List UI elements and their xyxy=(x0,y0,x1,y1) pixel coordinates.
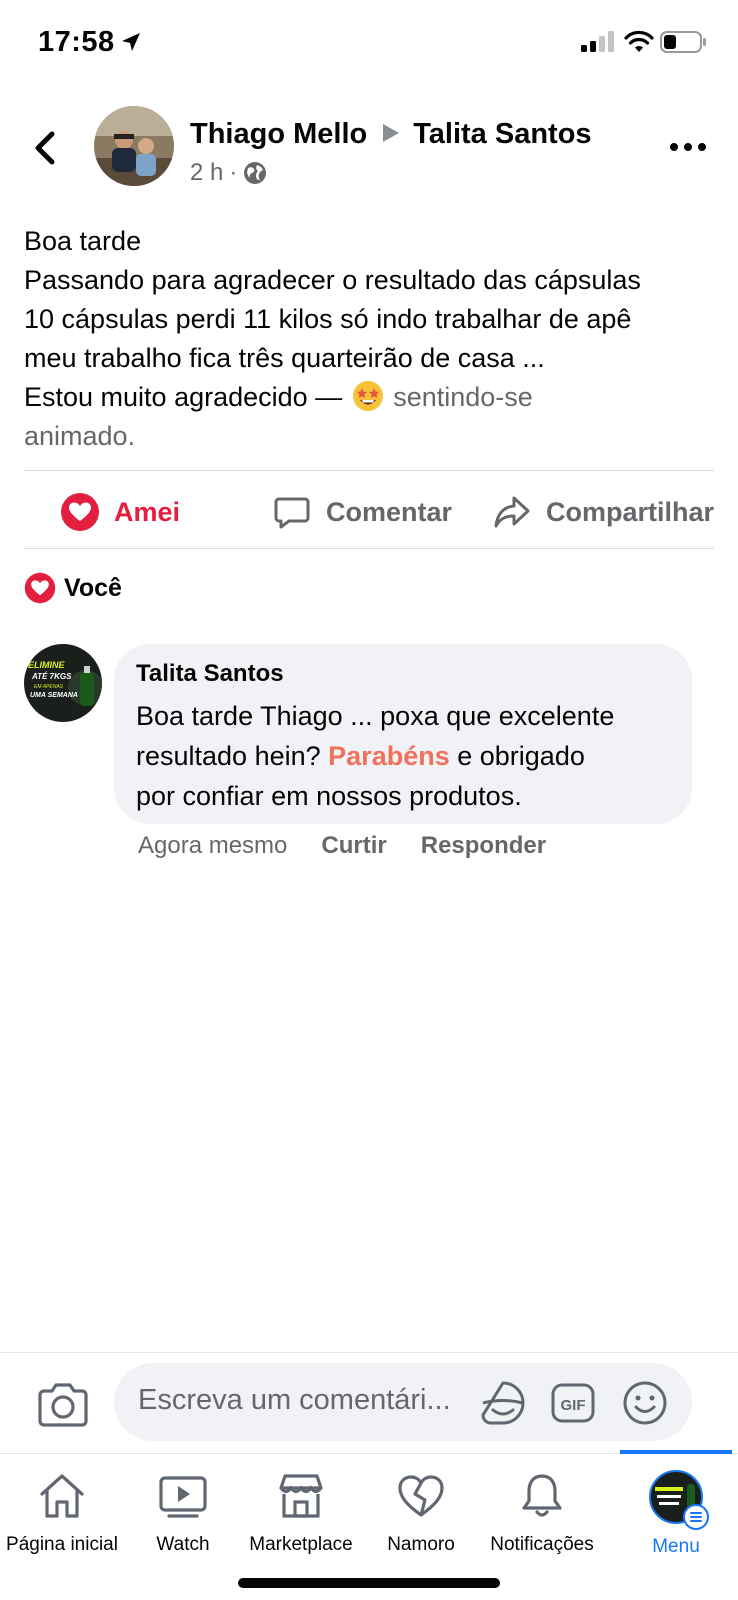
share-label: Compartilhar xyxy=(546,496,715,527)
share-arrow-icon xyxy=(494,496,530,528)
comment-time: Agora mesmo xyxy=(138,832,288,859)
active-tab-indicator xyxy=(620,1450,732,1454)
back-button[interactable] xyxy=(30,126,64,170)
author-photo xyxy=(94,106,174,186)
comment-label: Comentar xyxy=(326,496,453,527)
battery-icon xyxy=(660,31,706,53)
heart-reaction-icon xyxy=(61,493,99,531)
status-bar: 17:58 xyxy=(0,0,738,90)
tab-menu[interactable]: Menu xyxy=(614,1470,738,1558)
globe-icon xyxy=(244,162,267,184)
tab-label: Marketplace xyxy=(249,1534,353,1555)
post-text-line: meu trabalho fica três quarteirão de cas… xyxy=(24,343,545,373)
tab-label: Notificações xyxy=(490,1534,594,1555)
comment-button[interactable]: Comentar xyxy=(272,488,452,536)
comment-text-line: por confiar em nossos produtos. xyxy=(136,781,522,811)
heart-reaction-icon xyxy=(24,572,56,604)
post-text-line-end: Estou muito agradecido — xyxy=(24,382,343,412)
cellular-signal-icon xyxy=(581,31,614,52)
heart-outline-icon xyxy=(398,1475,444,1517)
more-options-button[interactable] xyxy=(668,136,708,158)
love-label: Amei xyxy=(114,496,181,527)
emoji-button[interactable] xyxy=(622,1380,668,1426)
post-author-line: Thiago Mello Talita Santos xyxy=(190,118,592,151)
post-time[interactable]: 2 h xyxy=(190,159,223,187)
caret-right-icon xyxy=(383,124,400,142)
author-avatar[interactable] xyxy=(94,106,174,186)
reaction-summary[interactable]: Você xyxy=(24,572,122,604)
author-name[interactable]: Thiago Mello xyxy=(190,118,367,150)
gif-button[interactable]: GIF xyxy=(550,1380,596,1426)
post-text: Boa tarde Passando para agradecer o resu… xyxy=(24,222,724,456)
comment-actions: Agora mesmo Curtir Responder xyxy=(138,832,546,860)
tab-marketplace[interactable]: Marketplace xyxy=(239,1470,363,1556)
comment-bubble[interactable]: Talita Santos Boa tarde Thiago ... poxa … xyxy=(114,644,692,824)
post-text-line: 10 cápsulas perdi 11 kilos só indo traba… xyxy=(24,304,632,334)
bell-icon xyxy=(522,1474,562,1517)
post-meta: 2 h · xyxy=(190,159,267,187)
avatar-text-1: ELIMINE xyxy=(28,660,65,670)
wifi-icon xyxy=(624,30,654,52)
video-play-icon xyxy=(159,1476,207,1518)
feeling-value: animado. xyxy=(24,421,136,451)
tab-notifications[interactable]: Notificações xyxy=(480,1470,604,1556)
comment-text-part: resultado hein? xyxy=(136,741,321,771)
comment-reply-button[interactable]: Responder xyxy=(421,832,546,860)
status-time: 17:58 xyxy=(38,26,115,58)
tab-dating[interactable]: Namoro xyxy=(359,1470,483,1556)
post-text-feeling-line: Estou muito agradecido — sentindo-se xyxy=(24,378,724,417)
meta-dot: · xyxy=(229,159,238,186)
home-icon xyxy=(40,1474,84,1518)
love-reaction-button[interactable]: Amei xyxy=(60,488,180,536)
tab-watch[interactable]: Watch xyxy=(121,1470,245,1556)
recipient-name[interactable]: Talita Santos xyxy=(413,118,591,150)
avatar-text-3: EM APENAS xyxy=(34,684,64,690)
storefront-icon xyxy=(279,1474,323,1518)
comment-input-placeholder[interactable]: Escreva um comentári... xyxy=(138,1384,451,1417)
commenter-photo: ELIMINE ATÉ 7KGS EM APENAS UMA SEMANA xyxy=(24,644,102,722)
tab-label: Namoro xyxy=(387,1534,455,1555)
feeling-label: sentindo-se xyxy=(393,382,533,412)
tab-home[interactable]: Página inicial xyxy=(0,1470,124,1556)
home-indicator[interactable] xyxy=(238,1578,500,1588)
tab-label: Menu xyxy=(652,1536,700,1557)
menu-hamburger-icon xyxy=(683,1504,709,1530)
star-struck-emoji-icon xyxy=(352,381,383,411)
menu-avatar xyxy=(649,1470,709,1530)
reaction-summary-label: Você xyxy=(64,573,122,602)
comment-text-line: resultado hein? Parabéns e obrigado xyxy=(136,736,670,776)
share-button[interactable]: Compartilhar xyxy=(492,488,714,536)
composer-divider xyxy=(0,1352,738,1353)
commenter-avatar[interactable]: ELIMINE ATÉ 7KGS EM APENAS UMA SEMANA xyxy=(24,644,102,722)
location-arrow-icon xyxy=(122,33,140,51)
gif-label: GIF xyxy=(561,1397,586,1414)
comment-like-button[interactable]: Curtir xyxy=(321,832,386,860)
post-text-line: Passando para agradecer o resultado das … xyxy=(24,265,641,295)
avatar-text-2: ATÉ 7KGS xyxy=(31,672,72,681)
tab-label: Página inicial xyxy=(6,1534,118,1555)
comment-text-part: e obrigado xyxy=(457,741,585,771)
comment-highlight: Parabéns xyxy=(328,741,450,771)
camera-button[interactable] xyxy=(38,1381,88,1427)
divider xyxy=(24,470,714,471)
comment-author[interactable]: Talita Santos xyxy=(136,658,670,690)
sticker-button[interactable] xyxy=(480,1380,526,1426)
comment-text: Boa tarde Thiago ... poxa que excelente … xyxy=(136,696,670,816)
comment-text-line: Boa tarde Thiago ... poxa que excelente xyxy=(136,701,615,731)
post-text-line: Boa tarde xyxy=(24,226,142,256)
divider xyxy=(24,548,714,549)
comment-bubble-icon xyxy=(274,497,310,529)
avatar-text-4: UMA SEMANA xyxy=(30,692,78,699)
tab-label: Watch xyxy=(156,1534,210,1555)
